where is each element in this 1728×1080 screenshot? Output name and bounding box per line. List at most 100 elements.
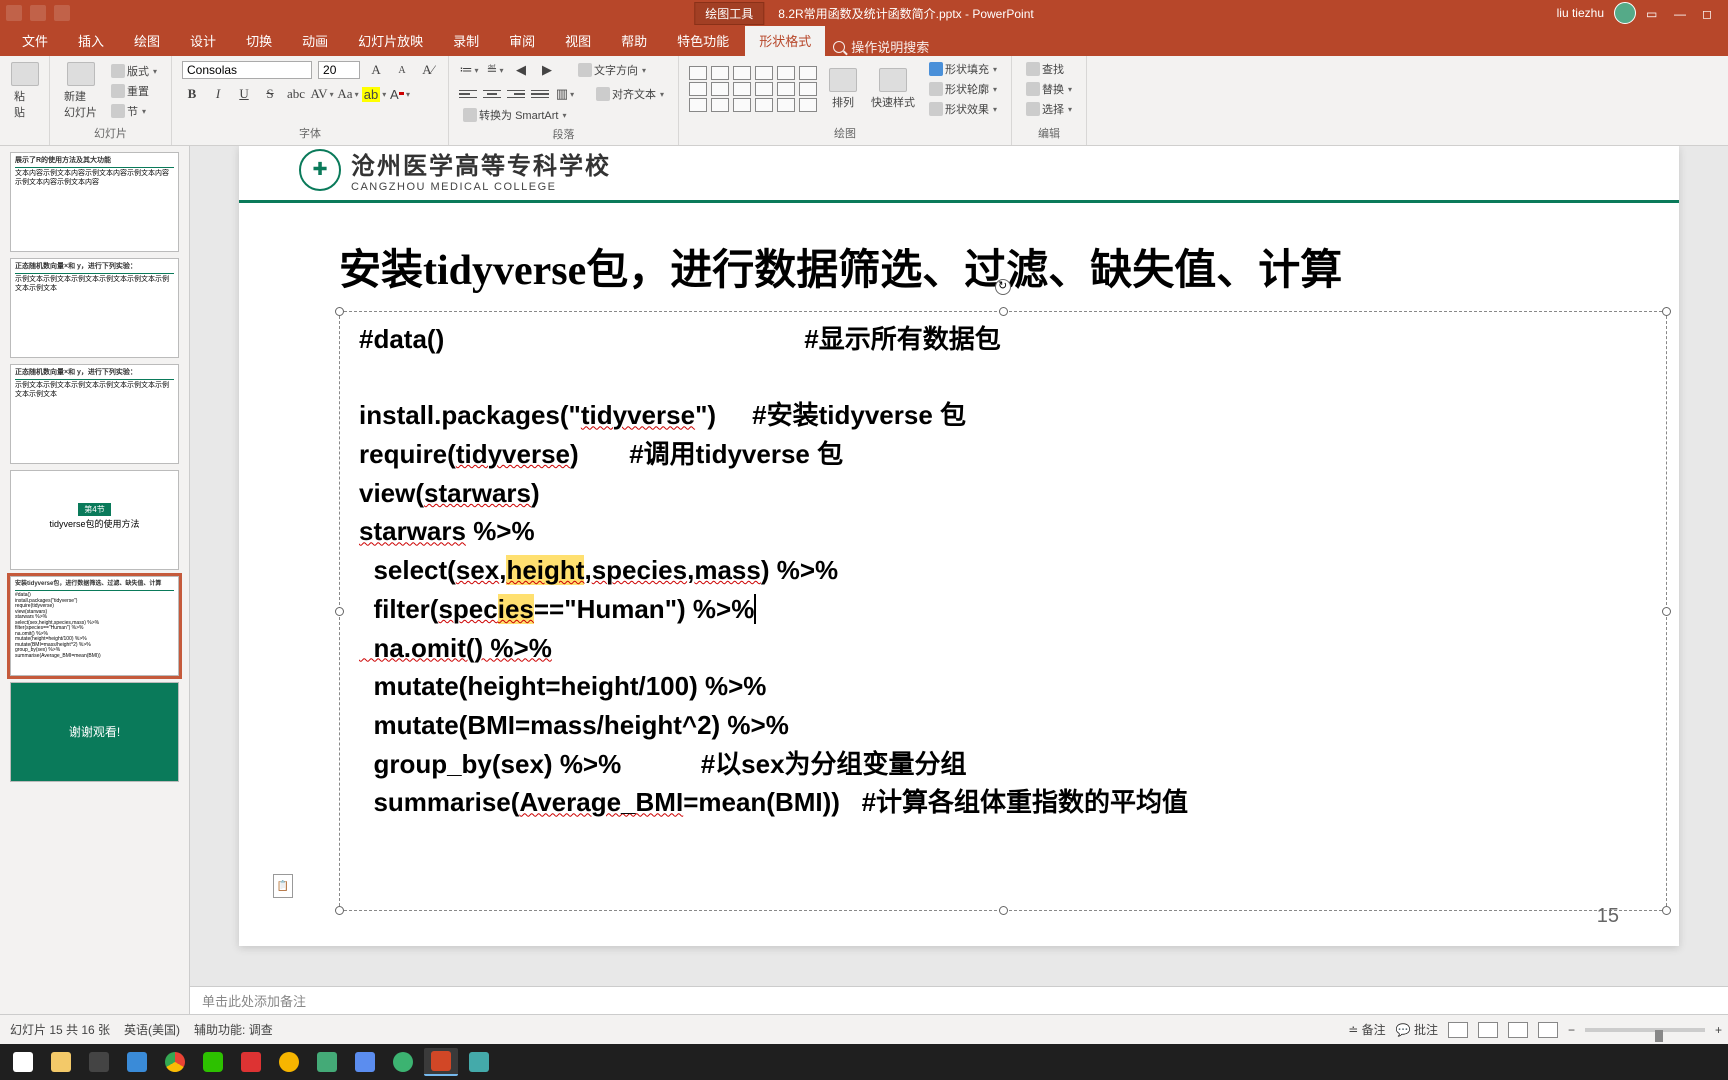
tab-design[interactable]: 设计 <box>176 25 230 56</box>
tab-transition[interactable]: 切换 <box>232 25 286 56</box>
language-status[interactable]: 英语(美国) <box>124 1021 180 1038</box>
tab-view[interactable]: 视图 <box>551 25 605 56</box>
taskbar-app5[interactable] <box>348 1048 382 1076</box>
minimize-icon[interactable]: — <box>1674 7 1692 19</box>
normal-view-button[interactable] <box>1448 1022 1468 1038</box>
find-button[interactable]: 查找 <box>1022 60 1076 78</box>
save-icon[interactable] <box>30 5 46 21</box>
undo-icon[interactable] <box>54 5 70 21</box>
numbering-button[interactable]: ≝ <box>485 60 505 80</box>
resize-handle[interactable] <box>1662 607 1671 616</box>
resize-handle[interactable] <box>999 906 1008 915</box>
strike-button[interactable]: S <box>260 84 280 104</box>
char-spacing-button[interactable]: AV <box>312 84 332 104</box>
quick-styles-button[interactable]: 快速样式 <box>867 66 919 112</box>
tab-file[interactable]: 文件 <box>8 25 62 56</box>
slide-position[interactable]: 幻灯片 15 共 16 张 <box>10 1021 110 1038</box>
taskbar-chrome[interactable] <box>158 1048 192 1076</box>
taskbar-wechat[interactable] <box>196 1048 230 1076</box>
accessibility-status[interactable]: 辅助功能: 调查 <box>194 1021 273 1038</box>
taskbar-app7[interactable] <box>462 1048 496 1076</box>
thumb-15[interactable]: 安装tidyverse包，进行数据筛选、过滤、缺失值、计算#data()inst… <box>10 576 179 676</box>
arrange-button[interactable]: 排列 <box>825 66 861 112</box>
code-content[interactable]: #data() #显示所有数据包 install.packages("tidyv… <box>359 321 1647 823</box>
shape-effects-button[interactable]: 形状效果 <box>925 100 1001 118</box>
tell-me-search[interactable]: 操作说明搜索 <box>833 37 929 56</box>
autosave-icon[interactable] <box>6 5 22 21</box>
thumb-12[interactable]: 正态随机数向量×和 y，进行下列实验：示例文本示例文本示例文本示例文本示例文本示… <box>10 258 179 358</box>
align-center-button[interactable] <box>483 86 501 102</box>
resize-handle[interactable] <box>335 906 344 915</box>
section-button[interactable]: 节 <box>107 102 161 120</box>
start-button[interactable] <box>6 1048 40 1076</box>
tab-draw[interactable]: 绘图 <box>120 25 174 56</box>
thumb-11[interactable]: 展示了R的使用方法及其大功能文本内容示例文本内容示例文本内容示例文本内容示例文本… <box>10 152 179 252</box>
slideshow-view-button[interactable] <box>1538 1022 1558 1038</box>
shape-outline-button[interactable]: 形状轮廓 <box>925 80 1001 98</box>
slide-thumbnails-panel[interactable]: 展示了R的使用方法及其大功能文本内容示例文本内容示例文本内容示例文本内容示例文本… <box>0 146 190 1014</box>
italic-button[interactable]: I <box>208 84 228 104</box>
align-left-button[interactable] <box>459 86 477 102</box>
align-right-button[interactable] <box>507 86 525 102</box>
taskbar-app6[interactable] <box>386 1048 420 1076</box>
tab-insert[interactable]: 插入 <box>64 25 118 56</box>
thumb-13[interactable]: 正态随机数向量×和 y，进行下列实验：示例文本示例文本示例文本示例文本示例文本示… <box>10 364 179 464</box>
selected-textbox[interactable]: #data() #显示所有数据包 install.packages("tidyv… <box>339 311 1667 911</box>
text-direction-button[interactable]: 文字方向 <box>574 61 650 79</box>
resize-handle[interactable] <box>999 307 1008 316</box>
thumb-14[interactable]: 第4节tidyverse包的使用方法 <box>10 470 179 570</box>
underline-button[interactable]: U <box>234 84 254 104</box>
notes-toggle[interactable]: ≐ 备注 <box>1348 1021 1385 1038</box>
taskbar-explorer[interactable] <box>44 1048 78 1076</box>
change-case-button[interactable]: Aa <box>338 84 358 104</box>
tab-review[interactable]: 审阅 <box>495 25 549 56</box>
paste-options-icon[interactable]: 📋 <box>273 874 293 898</box>
tab-special[interactable]: 特色功能 <box>663 25 743 56</box>
smartart-button[interactable]: 转换为 SmartArt <box>459 106 570 124</box>
tab-animation[interactable]: 动画 <box>288 25 342 56</box>
tab-slideshow[interactable]: 幻灯片放映 <box>344 25 437 56</box>
user-avatar[interactable] <box>1614 2 1636 24</box>
shape-fill-button[interactable]: 形状填充 <box>925 60 1001 78</box>
columns-button[interactable]: ▥ <box>555 84 575 104</box>
layout-button[interactable]: 版式 <box>107 62 161 80</box>
sorter-view-button[interactable] <box>1478 1022 1498 1038</box>
reading-view-button[interactable] <box>1508 1022 1528 1038</box>
tab-shape-format[interactable]: 形状格式 <box>745 25 825 56</box>
taskbar-powerpoint[interactable] <box>424 1048 458 1076</box>
tab-record[interactable]: 录制 <box>439 25 493 56</box>
resize-handle[interactable] <box>1662 906 1671 915</box>
zoom-out-button[interactable]: − <box>1568 1023 1575 1037</box>
comments-toggle[interactable]: 💬 批注 <box>1396 1021 1438 1038</box>
clear-format-icon[interactable]: A⁄ <box>418 60 438 80</box>
replace-button[interactable]: 替换 <box>1022 80 1076 98</box>
indent-dec-button[interactable]: ◀ <box>511 60 531 80</box>
taskbar-app[interactable] <box>82 1048 116 1076</box>
rotate-handle[interactable] <box>995 279 1011 295</box>
taskbar-app3[interactable] <box>272 1048 306 1076</box>
resize-handle[interactable] <box>335 607 344 616</box>
resize-handle[interactable] <box>335 307 344 316</box>
taskbar-vscode[interactable] <box>120 1048 154 1076</box>
slide-canvas[interactable]: ✚ 沧州医学高等专科学校 CANGZHOU MEDICAL COLLEGE 安装… <box>239 146 1679 946</box>
bullets-button[interactable]: ≔ <box>459 60 479 80</box>
maximize-icon[interactable]: ◻ <box>1702 7 1720 19</box>
ribbon-options-icon[interactable]: ▭ <box>1646 7 1664 19</box>
shrink-font-icon[interactable]: A <box>392 60 412 80</box>
tab-help[interactable]: 帮助 <box>607 25 661 56</box>
grow-font-icon[interactable]: A <box>366 60 386 80</box>
paste-button[interactable]: 粘贴 <box>10 60 39 122</box>
reset-button[interactable]: 重置 <box>107 82 161 100</box>
resize-handle[interactable] <box>1662 307 1671 316</box>
indent-inc-button[interactable]: ▶ <box>537 60 557 80</box>
shadow-button[interactable]: abc <box>286 84 306 104</box>
bold-button[interactable]: B <box>182 84 202 104</box>
notes-pane[interactable]: 单击此处添加备注 <box>190 986 1728 1014</box>
font-color-button[interactable]: A <box>390 84 410 104</box>
thumb-16[interactable]: 谢谢观看! <box>10 682 179 782</box>
zoom-slider[interactable] <box>1585 1028 1705 1032</box>
select-button[interactable]: 选择 <box>1022 100 1076 118</box>
align-text-button[interactable]: 对齐文本 <box>592 85 668 103</box>
taskbar-app2[interactable] <box>234 1048 268 1076</box>
shapes-gallery[interactable] <box>689 66 819 112</box>
